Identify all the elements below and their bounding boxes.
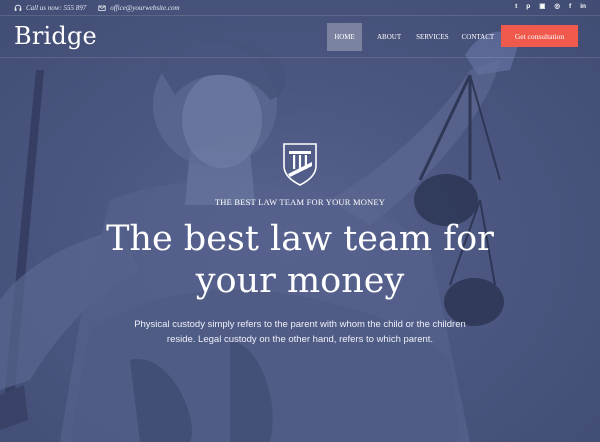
description-line-2: reside. Legal custody on the other hand,… [166,334,434,345]
nav-home[interactable]: HOME [327,23,362,51]
social-links: t p ▣ ◎ f in [515,4,586,11]
linkedin-icon[interactable]: in [580,4,586,11]
dribbble-icon[interactable]: ◎ [554,4,560,11]
phone-item: Call us now: 555 897 [14,4,86,12]
twitter-icon[interactable]: t [515,4,517,11]
hero-description: Physical custody simply refers to the pa… [0,317,600,347]
facebook-icon[interactable]: f [569,4,571,11]
nav-about[interactable]: ABOUT [369,23,409,51]
law-emblem-icon [283,143,317,186]
email-text[interactable]: office@yourwebsite.com [110,4,179,12]
pinterest-icon[interactable]: p [526,4,530,11]
top-bar: Call us now: 555 897 office@yourwebsite.… [0,0,600,16]
main-nav: HOME ABOUT SERVICES CONTACT [327,23,502,51]
email-item[interactable]: office@yourwebsite.com [98,4,180,12]
site-logo[interactable]: Bridge [14,22,97,50]
description-line-1: Physical custody simply refers to the pa… [134,319,466,330]
instagram-icon[interactable]: ▣ [539,4,545,11]
hero-headline: The best law team for your money [0,218,600,302]
phone-text: Call us now: 555 897 [26,3,87,12]
contact-info: Call us now: 555 897 office@yourwebsite.… [14,4,180,12]
hero-tagline: THE BEST LAW TEAM FOR YOUR MONEY [214,197,386,207]
headline-line-1: The best law team for [106,219,494,259]
headline-line-2: your money [195,261,405,301]
nav-contact[interactable]: CONTACT [454,23,503,51]
envelope-icon [98,5,106,11]
headset-icon [14,4,22,11]
get-consultation-button[interactable]: Get consultation [501,25,578,47]
nav-services[interactable]: SERVICES [408,23,457,51]
site-header: Bridge HOME ABOUT SERVICES CONTACT Get c… [0,17,600,58]
